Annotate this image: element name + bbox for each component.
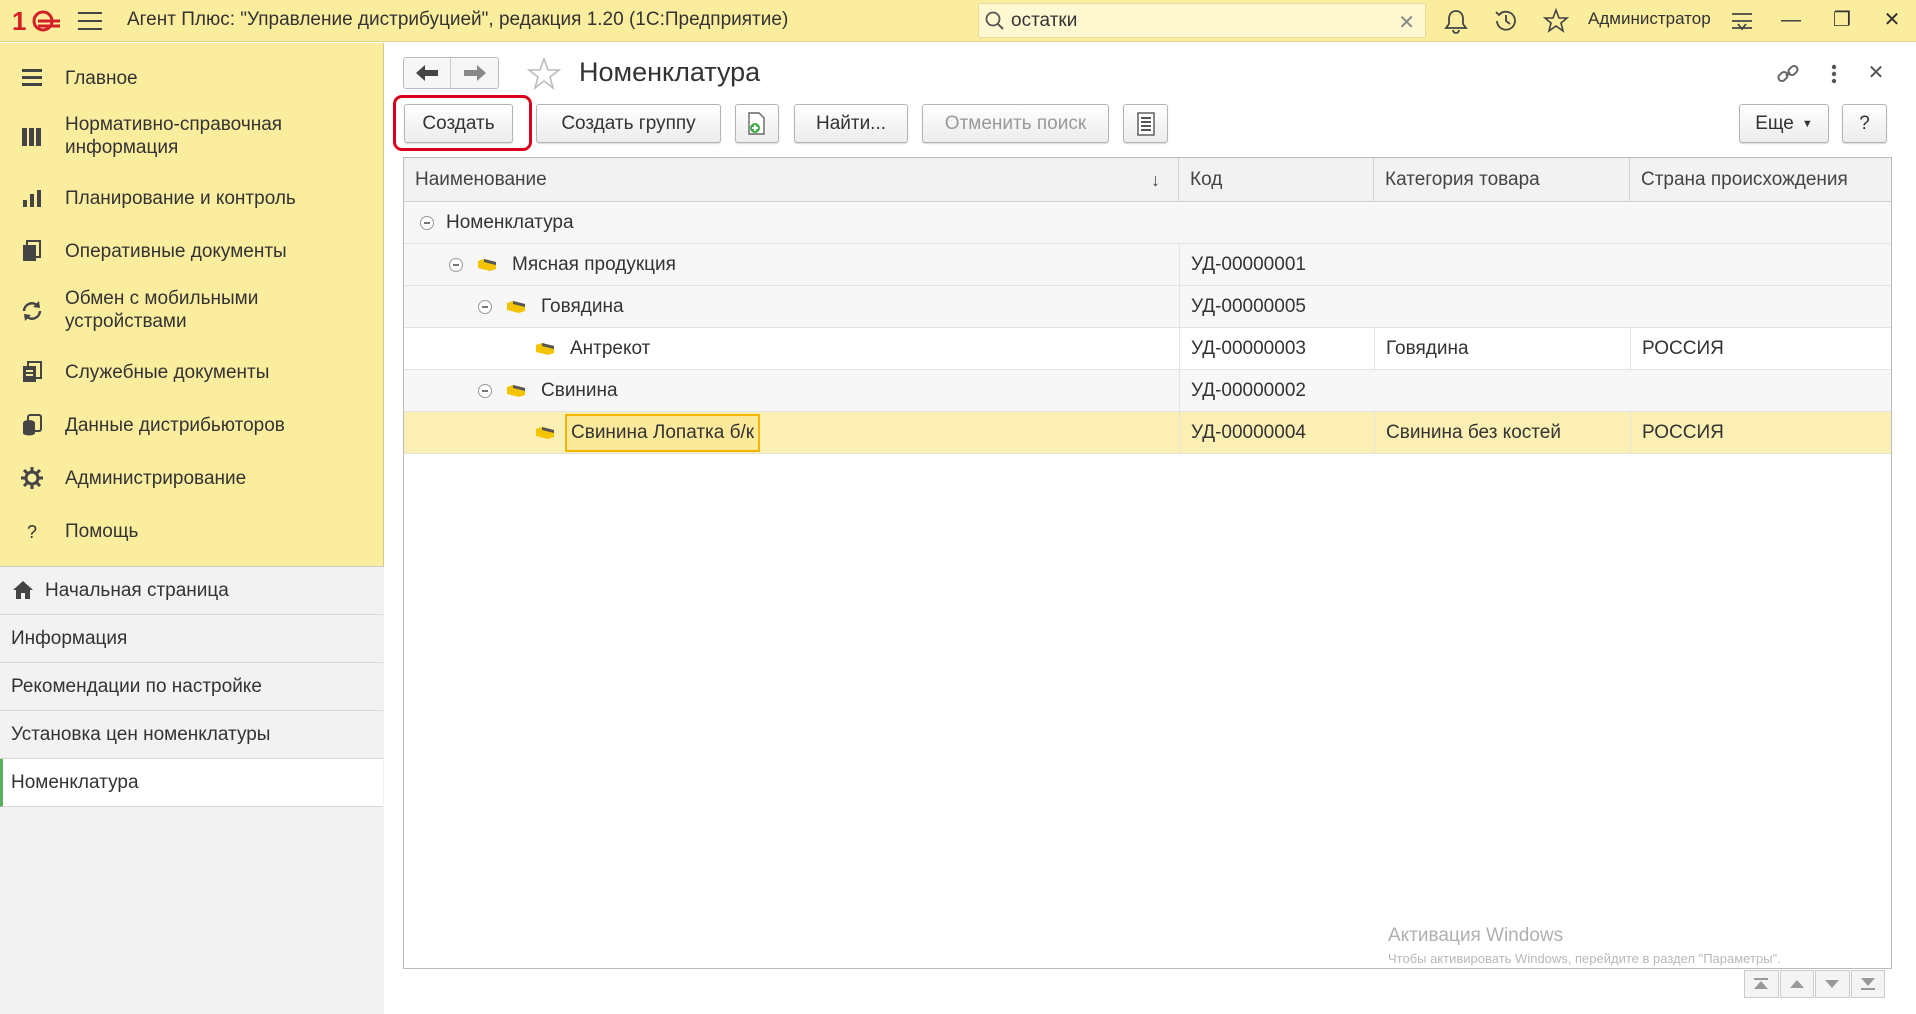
- back-arrow-icon[interactable]: [404, 58, 452, 88]
- create-button[interactable]: Создать: [404, 104, 513, 143]
- windows-activation-hint: Чтобы активировать Windows, перейдите в …: [1388, 951, 1781, 966]
- column-header-code[interactable]: Код: [1179, 158, 1374, 202]
- sidebar-item-mobile-exchange[interactable]: Обмен с мобильными устройствами: [0, 283, 384, 339]
- gear-icon: [21, 467, 43, 489]
- find-button[interactable]: Найти...: [794, 104, 908, 143]
- item-icon: [536, 427, 554, 439]
- sidebar-item-administration[interactable]: Администрирование: [0, 457, 384, 499]
- table-row[interactable]: Свинина УД-00000002: [404, 370, 1891, 412]
- link-icon[interactable]: [1775, 61, 1801, 87]
- folder-group-icon: [478, 259, 496, 271]
- sidebar-item-distributor-data[interactable]: Данные дистрибьюторов: [0, 404, 384, 446]
- sidebar: Главное Нормативно-справочная информация…: [0, 43, 384, 1014]
- scroll-up-icon[interactable]: [1779, 970, 1814, 998]
- bell-icon[interactable]: [1442, 7, 1470, 35]
- table-row[interactable]: Говядина УД-00000005: [404, 286, 1891, 328]
- history-navigation: [403, 57, 499, 89]
- svg-text:1: 1: [12, 6, 26, 36]
- search-icon: [985, 11, 1004, 30]
- create-group-button[interactable]: Создать группу: [536, 104, 721, 143]
- forward-arrow-icon[interactable]: [451, 58, 498, 88]
- nomenclature-table: Наименование ↓ Код Категория товара Стра…: [403, 157, 1892, 969]
- sidebar-item-operational-docs[interactable]: Оперативные документы: [0, 230, 384, 272]
- sidebar-item-service-docs[interactable]: Служебные документы: [0, 351, 384, 393]
- dropdown-arrow-icon: ▼: [1801, 117, 1813, 130]
- folder-group-icon: [507, 301, 525, 313]
- home-icon: [13, 581, 33, 599]
- chart-icon: [23, 190, 41, 207]
- sidebar-item-help[interactable]: ? Помощь: [0, 510, 384, 552]
- favorites-star-icon[interactable]: [1542, 7, 1570, 35]
- clear-search-icon[interactable]: ✕: [1398, 10, 1415, 35]
- close-form-icon[interactable]: ✕: [1863, 60, 1889, 86]
- windows-activation-watermark: Активация Windows: [1388, 925, 1564, 946]
- svg-text:?: ?: [27, 522, 37, 542]
- question-icon: ?: [27, 522, 37, 542]
- main-menu-icon[interactable]: [78, 10, 102, 32]
- user-name[interactable]: Администратор: [1588, 9, 1711, 29]
- copy-document-icon: [748, 111, 765, 135]
- open-window-setup-recommendations[interactable]: Рекомендации по настройке: [0, 663, 383, 711]
- database-icon: [23, 414, 42, 436]
- reference-icon: [22, 128, 41, 146]
- scroll-top-icon[interactable]: [1744, 970, 1779, 998]
- restore-icon[interactable]: ❐: [1828, 6, 1856, 34]
- menu-lines-icon: [22, 69, 42, 86]
- table-header: Наименование ↓ Код Категория товара Стра…: [404, 158, 1891, 202]
- more-vertical-icon[interactable]: [1821, 61, 1847, 87]
- column-header-category[interactable]: Категория товара: [1374, 158, 1630, 202]
- column-header-name[interactable]: Наименование ↓: [404, 158, 1179, 202]
- title-bar: 1 Агент Плюс: "Управление дистрибуцией",…: [0, 0, 1916, 42]
- table-row[interactable]: Номенклатура: [404, 202, 1891, 244]
- table-row-selected[interactable]: Свинина Лопатка б/к УД-00000004 Свинина …: [404, 412, 1891, 454]
- 1c-logo-icon[interactable]: 1: [12, 6, 62, 36]
- scroll-bottom-icon[interactable]: [1850, 970, 1885, 998]
- table-row[interactable]: Мясная продукция УД-00000001: [404, 244, 1891, 286]
- collapse-toggle-icon[interactable]: [449, 258, 463, 272]
- sidebar-item-reference[interactable]: Нормативно-справочная информация: [0, 109, 384, 165]
- open-window-nomenclature[interactable]: Номенклатура: [0, 759, 383, 807]
- page-title: Номенклатура: [579, 57, 761, 87]
- open-window-info[interactable]: Информация: [0, 615, 383, 663]
- main-content: Номенклатура ✕ Создать Создать группу На…: [385, 43, 1916, 1014]
- open-window-home[interactable]: Начальная страница: [0, 567, 383, 615]
- help-button[interactable]: ?: [1842, 104, 1887, 143]
- sync-icon: [22, 301, 42, 321]
- copy-button[interactable]: [735, 104, 779, 143]
- collapse-toggle-icon[interactable]: [478, 384, 492, 398]
- collapse-toggle-icon[interactable]: [420, 216, 434, 230]
- list-settings-button[interactable]: [1123, 104, 1168, 143]
- table-row[interactable]: Антрекот УД-00000003 Говядина РОССИЯ: [404, 328, 1891, 370]
- folder-group-icon: [507, 385, 525, 397]
- column-header-country[interactable]: Страна происхождения: [1630, 158, 1891, 202]
- scroll-down-icon[interactable]: [1815, 970, 1850, 998]
- cancel-search-button[interactable]: Отменить поиск: [922, 104, 1109, 143]
- open-window-price-setting[interactable]: Установка цен номенклатуры: [0, 711, 383, 759]
- collapse-toggle-icon[interactable]: [478, 300, 492, 314]
- sidebar-item-main[interactable]: Главное: [0, 57, 384, 99]
- app-title: Агент Плюс: "Управление дистрибуцией", р…: [127, 9, 789, 30]
- more-button[interactable]: Еще ▼: [1739, 104, 1829, 143]
- minimize-icon[interactable]: —: [1777, 6, 1805, 34]
- favorite-star-icon[interactable]: [527, 57, 561, 91]
- sort-desc-icon: ↓: [1151, 170, 1160, 190]
- history-icon[interactable]: [1492, 7, 1520, 35]
- documents-icon: [23, 240, 41, 261]
- settings-sliders-icon[interactable]: [1728, 7, 1756, 35]
- search-box[interactable]: ✕: [978, 3, 1426, 38]
- open-windows-list: Начальная страница Информация Рекомендац…: [0, 566, 384, 1014]
- search-input[interactable]: [1011, 8, 1371, 34]
- scroll-buttons: [1744, 970, 1886, 1000]
- sidebar-item-planning[interactable]: Планирование и контроль: [0, 177, 384, 219]
- item-icon: [536, 343, 554, 355]
- close-window-icon[interactable]: ✕: [1878, 6, 1906, 34]
- service-docs-icon: [23, 361, 42, 382]
- list-icon: [1136, 111, 1155, 136]
